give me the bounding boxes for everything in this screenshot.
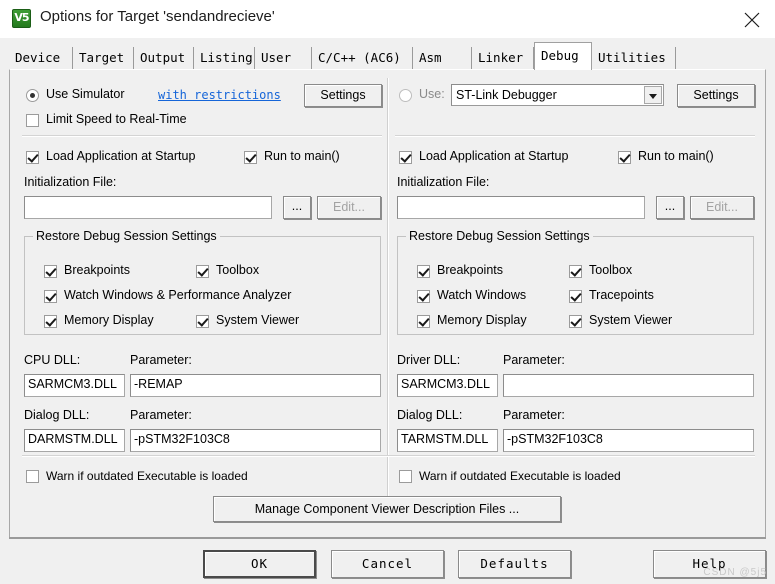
left-restore-session-title: Restore Debug Session Settings <box>33 229 220 243</box>
bottom-horizontal-divider <box>22 455 755 457</box>
debugger-select-value: ST-Link Debugger <box>456 88 557 102</box>
left-system-viewer-checkbox[interactable] <box>196 315 209 328</box>
driver-dll-input[interactable]: SARMCM3.DLL <box>397 374 498 397</box>
driver-parameter-label: Parameter: <box>503 353 565 367</box>
tab-user[interactable]: User <box>255 47 312 70</box>
title-bar: V5 Options for Target 'sendandrecieve' <box>0 0 775 39</box>
left-dialog-parameter-input[interactable]: -pSTM32F103C8 <box>130 429 381 452</box>
right-breakpoints-checkbox[interactable] <box>417 265 430 278</box>
use-simulator-label[interactable]: Use Simulator <box>46 87 125 101</box>
close-glyph <box>744 12 760 28</box>
tab-utilities[interactable]: Utilities <box>592 47 676 70</box>
help-button[interactable]: Help <box>653 550 766 578</box>
options-for-target-dialog: V5 Options for Target 'sendandrecieve' D… <box>0 0 775 584</box>
right-run-to-main-label[interactable]: Run to main() <box>638 149 714 163</box>
left-dialog-dll-label: Dialog DLL: <box>24 408 90 422</box>
left-load-application-label[interactable]: Load Application at Startup <box>46 149 195 163</box>
right-warn-outdated-checkbox[interactable] <box>399 470 412 483</box>
cpu-parameter-input[interactable]: -REMAP <box>130 374 381 397</box>
use-simulator-radio[interactable] <box>26 89 39 102</box>
tab-c-cpp[interactable]: C/C++ (AC6) <box>312 47 413 70</box>
left-watch-windows-label[interactable]: Watch Windows & Performance Analyzer <box>64 288 291 302</box>
right-tracepoints-checkbox[interactable] <box>569 290 582 303</box>
ok-button[interactable]: OK <box>203 550 316 578</box>
left-memory-display-label[interactable]: Memory Display <box>64 313 154 327</box>
with-restrictions-link[interactable]: with restrictions <box>158 88 281 102</box>
left-initialization-file-label: Initialization File: <box>24 175 117 189</box>
left-toolbox-checkbox[interactable] <box>196 265 209 278</box>
left-watch-windows-checkbox[interactable] <box>44 290 57 303</box>
right-restore-session-title: Restore Debug Session Settings <box>406 229 593 243</box>
tab-output[interactable]: Output <box>134 47 194 70</box>
right-watch-windows-checkbox[interactable] <box>417 290 430 303</box>
right-load-application-checkbox[interactable] <box>399 151 412 164</box>
simulator-settings-button[interactable]: Settings <box>304 84 382 107</box>
left-breakpoints-label[interactable]: Breakpoints <box>64 263 130 277</box>
right-toolbox-label[interactable]: Toolbox <box>589 263 632 277</box>
tab-target[interactable]: Target <box>73 47 134 70</box>
left-initialization-file-input[interactable] <box>24 196 272 219</box>
left-edit-button: Edit... <box>317 196 381 219</box>
debug-tab-panel: Use Simulator with restrictions Settings… <box>9 69 766 539</box>
left-toolbox-label[interactable]: Toolbox <box>216 263 259 277</box>
left-warn-outdated-checkbox[interactable] <box>26 470 39 483</box>
driver-dll-label: Driver DLL: <box>397 353 461 367</box>
left-warn-outdated-label[interactable]: Warn if outdated Executable is loaded <box>46 469 248 483</box>
right-browse-button[interactable]: ... <box>656 196 684 219</box>
right-memory-display-checkbox[interactable] <box>417 315 430 328</box>
cpu-parameter-label: Parameter: <box>130 353 192 367</box>
right-dialog-dll-input[interactable]: TARMSTM.DLL <box>397 429 498 452</box>
right-initialization-file-input[interactable] <box>397 196 645 219</box>
right-dialog-dll-label: Dialog DLL: <box>397 408 463 422</box>
tab-listing[interactable]: Listing <box>194 47 255 70</box>
close-icon[interactable] <box>729 0 775 38</box>
manage-component-viewer-button[interactable]: Manage Component Viewer Description File… <box>213 496 561 522</box>
cpu-dll-label: CPU DLL: <box>24 353 81 367</box>
right-dialog-parameter-input[interactable]: -pSTM32F103C8 <box>503 429 754 452</box>
tab-strip: Device Target Output Listing User C/C++ … <box>0 38 775 70</box>
right-system-viewer-label[interactable]: System Viewer <box>589 313 672 327</box>
debugger-settings-button[interactable]: Settings <box>677 84 755 107</box>
debugger-select[interactable]: ST-Link Debugger <box>451 84 664 106</box>
right-dialog-parameter-label: Parameter: <box>503 408 565 422</box>
defaults-button[interactable]: Defaults <box>458 550 571 578</box>
cpu-dll-input[interactable]: SARMCM3.DLL <box>24 374 125 397</box>
right-initialization-file-label: Initialization File: <box>397 175 490 189</box>
right-toolbox-checkbox[interactable] <box>569 265 582 278</box>
left-dialog-dll-input[interactable]: DARMSTM.DLL <box>24 429 125 452</box>
uvision-logo-icon: V5 <box>12 9 31 28</box>
right-load-application-label[interactable]: Load Application at Startup <box>419 149 568 163</box>
right-run-to-main-checkbox[interactable] <box>618 151 631 164</box>
right-memory-display-label[interactable]: Memory Display <box>437 313 527 327</box>
right-horizontal-divider <box>395 135 755 137</box>
right-edit-button: Edit... <box>690 196 754 219</box>
tab-debug[interactable]: Debug <box>534 42 592 70</box>
right-tracepoints-label[interactable]: Tracepoints <box>589 288 654 302</box>
left-memory-display-checkbox[interactable] <box>44 315 57 328</box>
left-breakpoints-checkbox[interactable] <box>44 265 57 278</box>
use-debugger-radio[interactable] <box>399 89 412 102</box>
right-warn-outdated-label[interactable]: Warn if outdated Executable is loaded <box>419 469 621 483</box>
limit-speed-checkbox[interactable] <box>26 114 39 127</box>
tab-device[interactable]: Device <box>9 47 73 70</box>
right-system-viewer-checkbox[interactable] <box>569 315 582 328</box>
limit-speed-label[interactable]: Limit Speed to Real-Time <box>46 112 187 126</box>
tab-linker[interactable]: Linker <box>472 47 534 70</box>
left-load-application-checkbox[interactable] <box>26 151 39 164</box>
driver-parameter-input[interactable] <box>503 374 754 397</box>
left-horizontal-divider <box>22 135 382 137</box>
window-title: Options for Target 'sendandrecieve' <box>40 8 275 25</box>
left-system-viewer-label[interactable]: System Viewer <box>216 313 299 327</box>
chevron-down-icon[interactable] <box>644 86 662 104</box>
left-browse-button[interactable]: ... <box>283 196 311 219</box>
right-breakpoints-label[interactable]: Breakpoints <box>437 263 503 277</box>
right-watch-windows-label[interactable]: Watch Windows <box>437 288 526 302</box>
cancel-button[interactable]: Cancel <box>331 550 444 578</box>
left-run-to-main-label[interactable]: Run to main() <box>264 149 340 163</box>
left-dialog-parameter-label: Parameter: <box>130 408 192 422</box>
tab-asm[interactable]: Asm <box>413 47 472 70</box>
uvision-logo-glyph: V5 <box>14 11 29 24</box>
left-run-to-main-checkbox[interactable] <box>244 151 257 164</box>
use-debugger-label[interactable]: Use: <box>419 87 445 101</box>
